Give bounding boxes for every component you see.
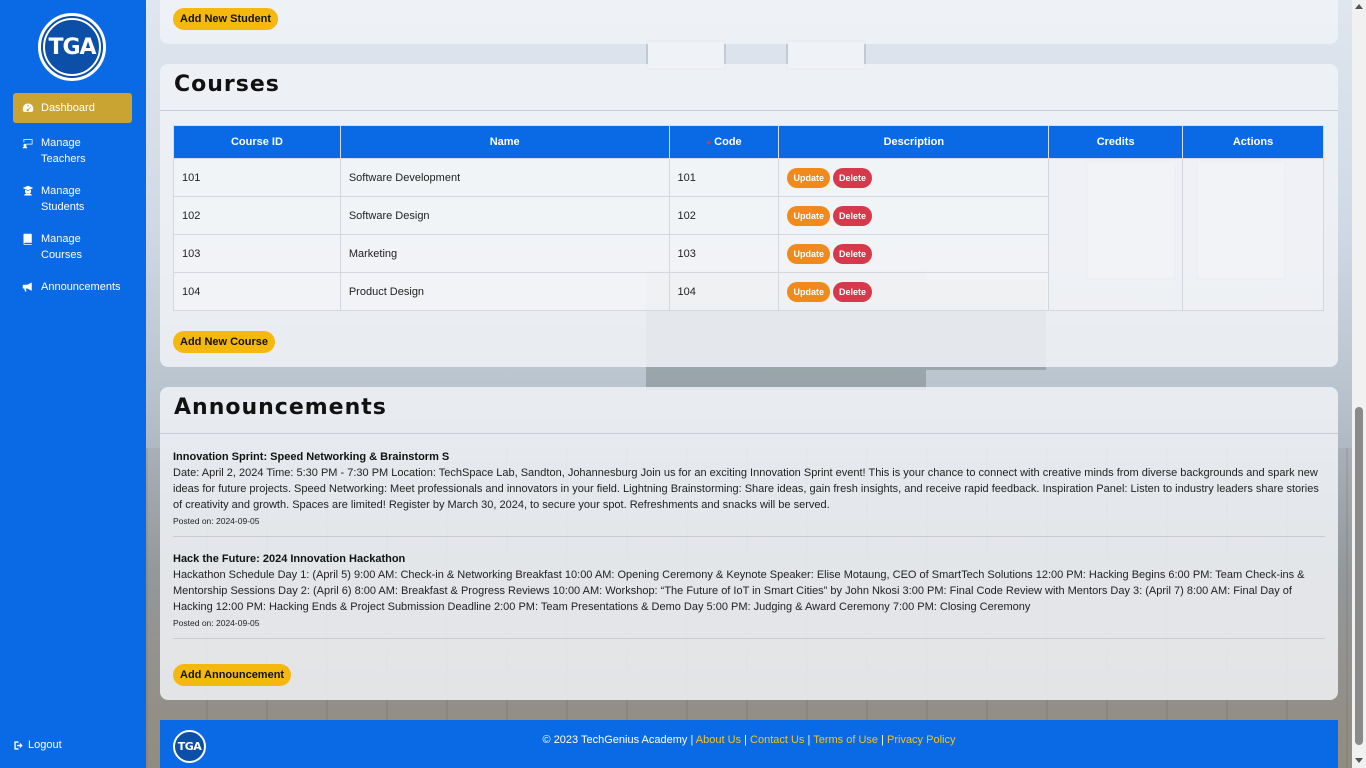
table-row: 101 Software Development 101 Update Delet… xyxy=(173,158,1324,311)
delete-button[interactable]: Delete xyxy=(832,167,872,188)
cell-actions: Update Delete xyxy=(778,272,1050,311)
footer-link-about-us[interactable]: About Us xyxy=(696,734,741,746)
sidebar-item-label: Manage Teachers xyxy=(41,137,86,165)
students-card: Add New Student xyxy=(160,0,1338,44)
logout-icon xyxy=(14,740,23,750)
logout-link[interactable]: Logout xyxy=(13,739,62,751)
courses-table: Course ID Name ● Code Description Credits… xyxy=(173,125,1324,311)
announcement-date: Posted on: 2024-09-05 xyxy=(173,516,260,526)
book-icon xyxy=(21,232,35,246)
announcement-date: Posted on: 2024-09-05 xyxy=(173,618,260,628)
sidebar-item-announcements[interactable]: Announcements xyxy=(13,271,132,303)
cell-course-id: 101 xyxy=(173,158,341,197)
cell-course-id: 104 xyxy=(173,272,341,311)
column-header-actions: Actions xyxy=(1182,125,1324,159)
sidebar-nav: Dashboard Manage Teachers Manage Student… xyxy=(0,93,146,303)
cell-course-code: 103 xyxy=(668,234,780,273)
cell-actions: Update Delete xyxy=(778,234,1050,273)
sidebar-item-label: Manage Courses xyxy=(41,233,82,261)
update-button[interactable]: Update xyxy=(787,243,830,264)
column-header-code-label: Code xyxy=(714,136,742,148)
cell-course-code: 101 xyxy=(668,158,780,197)
announcements-list: Innovation Sprint: Speed Networking & Br… xyxy=(173,449,1325,653)
cell-course-name: Marketing xyxy=(339,234,670,273)
cell-course-name: Software Development xyxy=(339,158,670,197)
footer-separator: | xyxy=(744,734,747,746)
update-button[interactable]: Update xyxy=(787,281,830,302)
footer-separator: | xyxy=(881,734,884,746)
academy-logo[interactable]: TGA xyxy=(38,13,106,81)
page-scrollbar[interactable] xyxy=(1352,0,1366,768)
announcements-card: Announcements Innovation Sprint: Speed N… xyxy=(160,387,1338,700)
sidebar-item-label: Dashboard xyxy=(41,102,95,114)
copyright-text: © 2023 TechGenius Academy | xyxy=(542,734,694,746)
announcement-title: Hack the Future: 2024 Innovation Hackath… xyxy=(173,553,406,565)
announcement-body: Hackathon Schedule Day 1: (April 5) 9:00… xyxy=(173,569,1305,613)
scroll-up-arrow-icon[interactable] xyxy=(1355,4,1363,9)
teacher-icon xyxy=(21,136,35,150)
sort-indicator-icon: ● xyxy=(706,138,712,147)
scroll-down-arrow-icon[interactable] xyxy=(1355,758,1363,763)
column-header-course-id[interactable]: Course ID xyxy=(173,125,341,159)
sidebar-item-manage-teachers[interactable]: Manage Teachers xyxy=(13,123,132,175)
dashboard-icon xyxy=(21,101,35,115)
logout-label: Logout xyxy=(28,739,62,751)
megaphone-icon xyxy=(21,280,35,294)
cell-actions: Update Delete xyxy=(778,196,1050,235)
add-new-course-button[interactable]: Add New Course xyxy=(173,331,276,353)
cell-course-id: 103 xyxy=(173,234,341,273)
update-button[interactable]: Update xyxy=(787,205,830,226)
sidebar-item-label: Manage Students xyxy=(41,185,85,213)
sidebar-item-manage-courses[interactable]: Manage Courses xyxy=(13,223,132,271)
sidebar: TGA Dashboard Manage Teachers Manage Stu… xyxy=(0,0,146,768)
cell-actions: Update Delete xyxy=(778,158,1050,197)
footer-separator: | xyxy=(807,734,811,746)
footer-link-contact-us[interactable]: Contact Us xyxy=(750,734,804,746)
cell-course-code: 102 xyxy=(668,196,780,235)
cell-empty xyxy=(1182,158,1324,311)
student-icon xyxy=(21,184,35,198)
list-item: Innovation Sprint: Speed Networking & Br… xyxy=(173,449,1325,537)
cell-course-name: Product Design xyxy=(339,272,670,311)
delete-button[interactable]: Delete xyxy=(832,205,872,226)
delete-button[interactable]: Delete xyxy=(832,243,872,264)
cell-course-code: 104 xyxy=(668,272,780,311)
cell-course-name: Software Design xyxy=(339,196,670,235)
announcement-title: Innovation Sprint: Speed Networking & Br… xyxy=(173,451,450,463)
column-header-credits[interactable]: Credits xyxy=(1048,125,1184,159)
sidebar-item-dashboard[interactable]: Dashboard xyxy=(13,93,132,123)
list-item: Hack the Future: 2024 Innovation Hackath… xyxy=(173,551,1325,639)
update-button[interactable]: Update xyxy=(787,167,830,188)
footer-link-privacy-policy[interactable]: Privacy Policy xyxy=(887,734,955,746)
cell-empty xyxy=(1048,158,1183,311)
courses-title: Courses xyxy=(160,64,1338,111)
delete-button[interactable]: Delete xyxy=(832,281,872,302)
courses-card: Courses Course ID Name ● Code Description… xyxy=(160,64,1338,367)
announcement-body: Date: April 2, 2024 Time: 5:30 PM - 7:30… xyxy=(173,467,1319,511)
column-header-name[interactable]: Name xyxy=(339,125,670,159)
sidebar-item-label: Announcements xyxy=(41,281,121,293)
cell-course-id: 102 xyxy=(173,196,341,235)
add-announcement-button[interactable]: Add Announcement xyxy=(173,664,292,686)
add-new-student-button[interactable]: Add New Student xyxy=(173,8,279,30)
footer-link-terms-of-use[interactable]: Terms of Use xyxy=(813,734,878,746)
sidebar-item-manage-students[interactable]: Manage Students xyxy=(13,175,132,223)
table-header-row: Course ID Name ● Code Description Credits… xyxy=(173,125,1324,159)
footer-text: © 2023 TechGenius Academy | About Us | C… xyxy=(160,734,1338,746)
footer: TGA © 2023 TechGenius Academy | About Us… xyxy=(160,720,1338,768)
logo-text: TGA xyxy=(43,18,101,76)
column-header-description[interactable]: Description xyxy=(778,125,1050,159)
announcements-title: Announcements xyxy=(160,387,1338,434)
column-header-code[interactable]: ● Code xyxy=(668,125,780,159)
scrollbar-thumb[interactable] xyxy=(1355,407,1363,745)
